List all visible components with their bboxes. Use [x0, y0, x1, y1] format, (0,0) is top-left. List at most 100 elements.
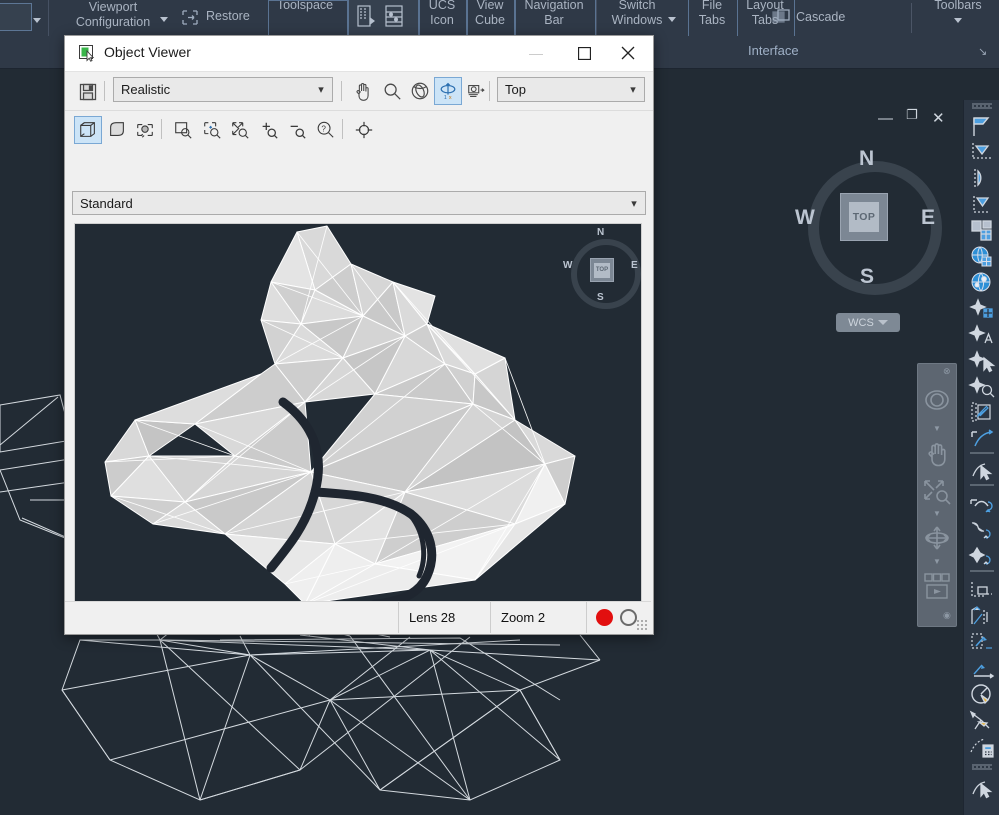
grading-tools-icon[interactable]: [968, 656, 996, 682]
resize-grip[interactable]: [636, 619, 648, 631]
orbit-constraint-icon[interactable]: 1 x: [434, 77, 462, 105]
mini-view-cube-north[interactable]: N: [597, 227, 604, 238]
zoom-out-icon[interactable]: [283, 116, 311, 144]
chevron-down-icon[interactable]: ▾: [310, 83, 332, 96]
render-icon[interactable]: [131, 116, 159, 144]
toolspace-prospector-icon[interactable]: [356, 4, 376, 33]
toolspace-settings-icon[interactable]: [384, 4, 404, 33]
chevron-down-icon[interactable]: ▾: [623, 197, 645, 210]
orbit-icon[interactable]: [406, 77, 434, 105]
view-cube-west[interactable]: W: [795, 206, 815, 230]
assembly-icon[interactable]: [968, 604, 996, 630]
ribbon-toolbars[interactable]: Toolbars: [920, 0, 996, 13]
object-viewer-minimize-button[interactable]: —: [513, 36, 559, 70]
view-preset-combo[interactable]: Top ▾: [497, 77, 645, 102]
navbar-resize-icon[interactable]: ◉: [943, 610, 951, 621]
pipe-network-icon[interactable]: [968, 682, 996, 708]
wireframe-box-icon[interactable]: [74, 116, 102, 144]
ribbon-cascade[interactable]: Cascade: [796, 10, 876, 25]
ribbon-dropdown-box[interactable]: [0, 3, 32, 31]
toolbars-caret-icon[interactable]: [954, 18, 962, 23]
ribbon-file-tabs[interactable]: File Tabs: [688, 0, 736, 28]
navigation-bar[interactable]: ⊗ ▼ ▼ ▼ ◉: [917, 363, 957, 627]
camera-icon[interactable]: [462, 77, 490, 105]
cascade-icon[interactable]: [772, 8, 792, 31]
ribbon-ucs-icon[interactable]: UCS Icon: [418, 0, 466, 28]
profile-view-icon[interactable]: [968, 518, 996, 544]
point-label-icon[interactable]: [968, 322, 996, 348]
point-inquiry-icon[interactable]: [968, 374, 996, 400]
restore-icon[interactable]: [180, 8, 202, 33]
object-viewer-3d-canvas[interactable]: TOP N S E W: [74, 223, 642, 626]
drawing-close-button[interactable]: ✕: [932, 109, 945, 127]
ribbon-view-cube[interactable]: View Cube: [466, 0, 514, 28]
shaded-box-icon[interactable]: [103, 116, 131, 144]
mini-view-cube-west[interactable]: W: [563, 260, 572, 271]
steering-wheel-icon[interactable]: [918, 388, 956, 423]
mini-view-cube-east[interactable]: E: [631, 260, 638, 271]
object-viewer-view-cube[interactable]: TOP N S E W: [559, 230, 642, 315]
zoom-icon[interactable]: [378, 77, 406, 105]
view-cube[interactable]: TOP N S E W: [797, 150, 939, 292]
ribbon-navigation-bar[interactable]: Navigation Bar: [514, 0, 594, 28]
profile-icon[interactable]: [968, 492, 996, 518]
view-cube-east[interactable]: E: [921, 206, 935, 230]
navbar-close-icon[interactable]: ⊗: [943, 366, 951, 377]
calculator-icon[interactable]: [968, 734, 996, 760]
point-select-icon[interactable]: [968, 348, 996, 374]
surface-slope-icon[interactable]: [968, 166, 996, 192]
object-viewer-maximize-button[interactable]: [561, 36, 607, 70]
surface-triangle-icon[interactable]: [968, 192, 996, 218]
save-icon[interactable]: [74, 78, 102, 106]
ribbon-viewport-configuration[interactable]: Viewport Configuration: [58, 0, 168, 30]
switch-windows-caret-icon[interactable]: [668, 17, 676, 22]
orbit-icon[interactable]: [918, 524, 956, 559]
ribbon-switch-windows[interactable]: Switch Windows: [596, 0, 678, 28]
surface-style-icon[interactable]: [968, 114, 996, 140]
chevron-down-icon[interactable]: ▾: [622, 83, 644, 96]
ribbon-dialog-launcher-interface[interactable]: ↘: [978, 45, 987, 58]
zoom-previous-icon[interactable]: ?: [311, 116, 339, 144]
parcel-icon[interactable]: [968, 218, 996, 244]
zoom-scale-icon[interactable]: [226, 116, 254, 144]
select-similar-icon[interactable]: [968, 776, 996, 802]
object-viewer-window[interactable]: Object Viewer — Realistic: [64, 35, 654, 635]
wcs-dropdown[interactable]: WCS: [836, 313, 900, 332]
view-cube-north[interactable]: N: [859, 147, 874, 171]
zoom-window-icon[interactable]: [169, 116, 197, 144]
pan-hand-icon[interactable]: [918, 439, 956, 474]
geolocation-globe-icon[interactable]: [968, 244, 996, 270]
target-icon[interactable]: [350, 116, 378, 144]
record-indicator-icon[interactable]: [596, 609, 613, 626]
section-icon[interactable]: [968, 544, 996, 570]
zoom-in-icon[interactable]: [255, 116, 283, 144]
zoom-extents-icon[interactable]: [198, 116, 226, 144]
orbit-caret-icon[interactable]: ▼: [918, 557, 956, 566]
drawing-minimize-button[interactable]: —: [878, 110, 893, 127]
view-cube-face[interactable]: TOP: [840, 193, 888, 241]
alignment-select-icon[interactable]: [968, 458, 996, 484]
zoom-caret-icon[interactable]: ▼: [918, 509, 956, 518]
view-cube-south[interactable]: S: [860, 265, 874, 289]
corridor-icon[interactable]: [968, 578, 996, 604]
chevron-down-icon[interactable]: [33, 18, 41, 23]
zoom-extents-icon[interactable]: [918, 477, 956, 510]
geodetic-globe-icon[interactable]: [968, 270, 996, 296]
mini-view-cube-south[interactable]: S: [597, 292, 604, 303]
pan-icon[interactable]: [349, 77, 377, 105]
stop-indicator-icon[interactable]: [620, 609, 637, 626]
survey-icon[interactable]: [968, 708, 996, 734]
alignment-icon[interactable]: [968, 426, 996, 452]
edit-points-icon[interactable]: [968, 400, 996, 426]
toolbar-grip[interactable]: [972, 103, 992, 109]
viewport-config-caret-icon[interactable]: [160, 17, 168, 22]
visual-style-combo[interactable]: Realistic ▾: [113, 77, 333, 102]
standard-style-combo[interactable]: Standard ▾: [72, 191, 646, 215]
object-viewer-title-bar[interactable]: Object Viewer —: [65, 36, 653, 72]
mini-view-cube-face[interactable]: TOP: [590, 258, 614, 282]
point-group-icon[interactable]: [968, 296, 996, 322]
steering-wheel-caret-icon[interactable]: ▼: [918, 424, 956, 433]
grading-icon[interactable]: [968, 630, 996, 656]
drawing-restore-button[interactable]: ❐: [906, 107, 918, 123]
toolbar-grip-bottom[interactable]: [972, 764, 992, 770]
